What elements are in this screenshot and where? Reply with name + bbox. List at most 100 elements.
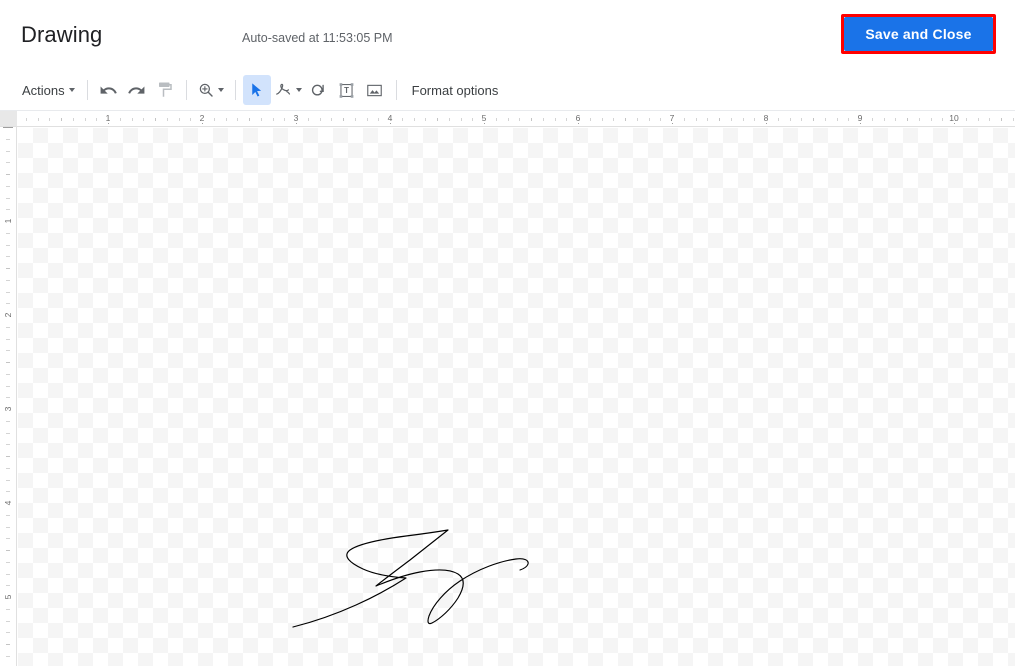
ruler-tick [589,118,591,121]
ruler-tick [6,491,10,493]
redo-button[interactable] [123,75,151,105]
ruler-tick [6,174,10,175]
ruler-tick [413,118,415,121]
select-tool[interactable] [242,75,271,105]
ruler-tick [448,118,450,121]
ruler-tick [6,585,10,587]
ruler-tick [848,118,850,121]
shape-icon [312,84,324,96]
ruler-tick [460,118,462,121]
ruler-tick [472,118,474,121]
ruler-tick [6,268,10,269]
ruler-tick [213,118,215,121]
ruler-tick [519,118,521,121]
actions-menu-label: Actions [22,82,65,98]
format-options-button[interactable]: Format options [404,75,507,105]
ruler-tick [343,118,344,121]
text-box-icon: T [339,82,354,98]
ruler-tick [730,118,732,121]
ruler-tick [648,118,650,121]
ruler-tick [871,118,873,121]
ruler-tick [989,118,991,121]
magnifier-plus-icon [199,83,213,97]
horizontal-ruler[interactable]: 1 2 3 4 5 6 7 8 9 10 [0,111,1015,127]
scribble-icon [275,83,290,95]
ruler-tick [6,644,10,645]
ruler-tick [6,420,10,422]
ruler-tick [37,118,39,121]
ruler-tick [6,197,10,199]
ruler-label: 1 [102,114,114,123]
toolbar-divider [185,80,187,100]
ruler-tick [6,350,10,352]
ruler-tick [6,444,10,446]
ruler-tick [319,118,321,121]
ruler-tick [660,118,662,121]
ruler-tick [495,118,497,121]
shape-tool[interactable] [305,75,333,105]
ruler-tick [824,118,826,121]
ruler-tick [6,467,10,469]
ruler-label: 1 [3,214,13,228]
ruler-tick [249,118,250,121]
line-tool[interactable] [271,75,305,105]
paint-format-button[interactable] [151,75,179,105]
ruler-tick [72,118,74,121]
actions-menu[interactable]: Actions [18,75,80,105]
ruler-tick [742,118,744,121]
ruler-tick [155,118,156,121]
ruler-tick [507,118,509,121]
ruler-tick [307,118,309,121]
ruler-label: 2 [3,308,13,322]
ruler-tick [907,118,908,121]
paint-roller-icon [158,82,172,97]
ruler-tick [6,655,10,657]
text-box-tool[interactable]: T [333,75,361,105]
ruler-tick [260,118,262,121]
ruler-tick [6,538,10,540]
page-title: Drawing [21,22,103,47]
ruler-tick [3,127,13,128]
ruler-tick [918,118,920,121]
ruler-tick [49,118,51,121]
ruler-tick [284,118,286,121]
cursor-arrow-icon [252,82,262,97]
signature-scribble[interactable] [288,523,568,643]
ruler-tick [225,118,227,121]
drawing-canvas[interactable] [18,128,1015,666]
image-tool[interactable] [361,75,389,105]
ruler-tick [930,118,932,121]
ruler-tick [6,432,10,434]
zoom-button[interactable] [194,75,228,105]
ruler-tick [6,291,10,293]
toolbar-divider [234,80,236,100]
ruler-tick [378,118,380,121]
ruler-tick [6,256,10,258]
vertical-ruler[interactable]: 1 2 3 4 5 [0,127,17,666]
chevron-down-icon [68,88,75,92]
ruler-tick [6,303,10,305]
ruler-tick [777,118,779,121]
ruler-tick [6,526,10,528]
ruler-tick [6,138,10,140]
autosave-status: Auto-saved at 11:53:05 PM [242,31,393,45]
ruler-tick [636,118,638,121]
ruler-tick [601,118,603,121]
ruler-tick [625,118,626,121]
chevron-down-icon [218,88,225,92]
ruler-tick [6,550,10,551]
ruler-tick [119,118,121,121]
toolbar-divider [395,80,397,100]
ruler-label: 10 [948,113,960,123]
drawing-editor-window: Drawing Auto-saved at 11:53:05 PM Save a… [0,0,1015,666]
ruler-tick [6,608,10,610]
ruler-tick [813,118,814,121]
ruler-tick [6,397,10,399]
ruler-tick [366,118,368,121]
undo-button[interactable] [95,75,123,105]
ruler-tick [719,118,720,121]
save-and-close-button[interactable]: Save and Close [844,17,993,51]
ruler-label: 6 [572,114,584,123]
ruler-tick [6,456,10,457]
ruler-tick [695,118,697,121]
